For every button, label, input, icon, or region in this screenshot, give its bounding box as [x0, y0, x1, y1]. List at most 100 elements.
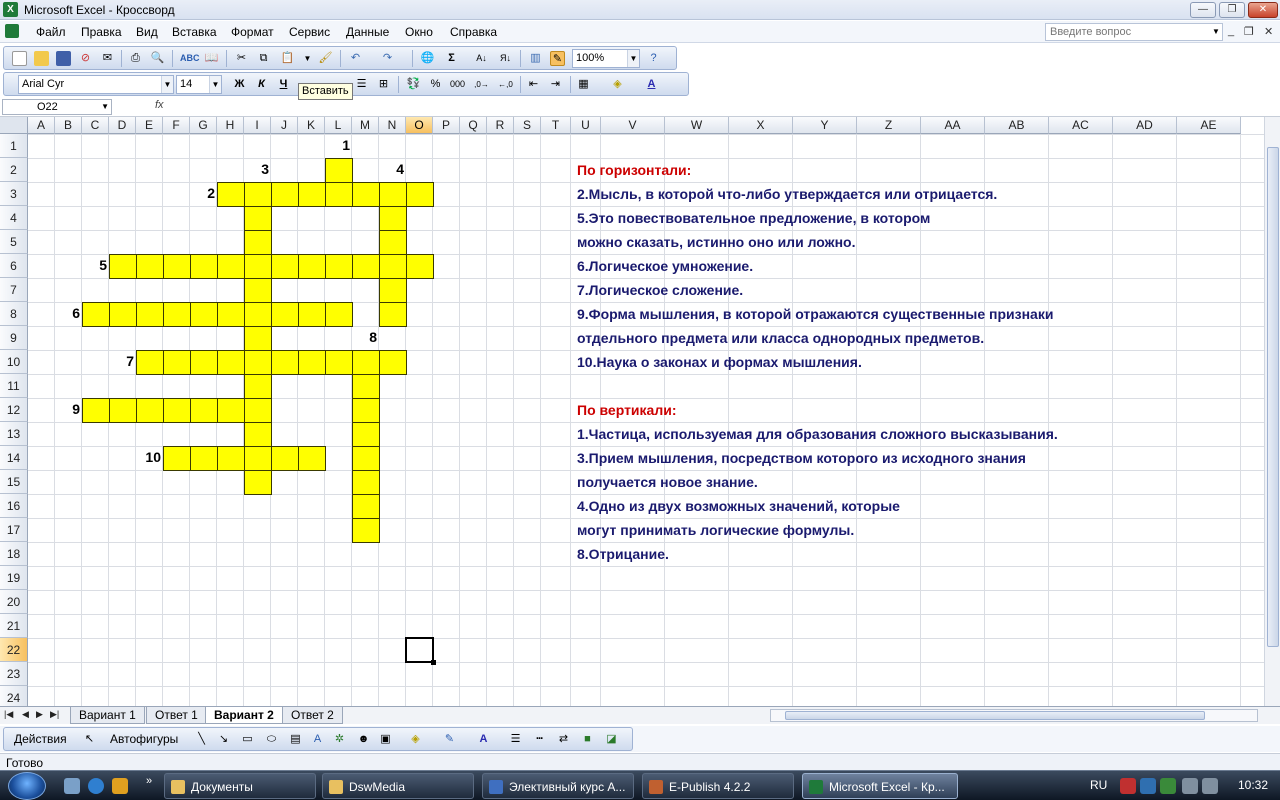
row-header[interactable]: 15: [0, 470, 28, 494]
menu-file[interactable]: Файл: [36, 25, 66, 39]
crossword-cell[interactable]: [82, 398, 110, 423]
crossword-cell[interactable]: [217, 254, 245, 279]
menu-edit[interactable]: Правка: [81, 25, 122, 39]
crossword-cell[interactable]: [352, 470, 380, 495]
doc-close-button[interactable]: ✕: [1264, 25, 1273, 38]
crossword-cell[interactable]: [271, 350, 299, 375]
crossword-cell[interactable]: [379, 350, 407, 375]
doc-minimize-button[interactable]: _: [1228, 25, 1234, 37]
crossword-cell[interactable]: [163, 398, 191, 423]
print-icon[interactable]: ⎙: [128, 51, 143, 66]
column-header[interactable]: G: [190, 117, 217, 134]
crossword-cell[interactable]: [352, 374, 380, 399]
crossword-cell[interactable]: [271, 446, 299, 471]
drawing-toggle-icon[interactable]: ✎: [550, 51, 565, 66]
crossword-cell[interactable]: [271, 182, 299, 207]
crossword-cell[interactable]: [325, 302, 353, 327]
crossword-cell[interactable]: [190, 398, 218, 423]
select-pointer-icon[interactable]: ↖: [82, 732, 97, 747]
crossword-cell[interactable]: [244, 206, 272, 231]
fill-color-icon[interactable]: ◈: [610, 77, 625, 92]
column-header[interactable]: X: [729, 117, 793, 134]
row-header[interactable]: 9: [0, 326, 28, 350]
research-icon[interactable]: 📖: [204, 51, 219, 66]
line-color-icon[interactable]: ✎: [442, 732, 457, 747]
crossword-cell[interactable]: [298, 350, 326, 375]
crossword-cell[interactable]: [352, 182, 380, 207]
language-indicator[interactable]: RU: [1090, 778, 1107, 792]
column-header[interactable]: O: [406, 117, 433, 134]
antivirus-icon[interactable]: [1120, 778, 1136, 794]
thousands-icon[interactable]: 000: [450, 77, 465, 92]
crossword-cell[interactable]: [244, 182, 272, 207]
crossword-cell[interactable]: [352, 254, 380, 279]
zoom-select[interactable]: 100% ▼: [572, 49, 640, 68]
column-header[interactable]: V: [601, 117, 665, 134]
active-cell-cursor[interactable]: [405, 637, 436, 665]
row-header[interactable]: 6: [0, 254, 28, 278]
crossword-cell[interactable]: [244, 230, 272, 255]
column-header[interactable]: L: [325, 117, 352, 134]
crossword-cell[interactable]: [244, 350, 272, 375]
tray-app-icon[interactable]: [1160, 778, 1176, 794]
media-player-icon[interactable]: [112, 778, 128, 794]
cut-icon[interactable]: ✂: [234, 51, 249, 66]
network-icon[interactable]: [1182, 778, 1198, 794]
maximize-button[interactable]: ❐: [1219, 2, 1245, 18]
taskbar-item[interactable]: Документы: [164, 773, 316, 799]
vertical-scrollbar[interactable]: [1264, 117, 1280, 706]
column-header[interactable]: N: [379, 117, 406, 134]
column-header[interactable]: K: [298, 117, 325, 134]
crossword-cell[interactable]: [190, 446, 218, 471]
column-header[interactable]: A: [28, 117, 55, 134]
chevron-down-icon[interactable]: ▼: [209, 76, 221, 93]
currency-icon[interactable]: 💱: [406, 77, 421, 92]
bold-icon[interactable]: Ж: [232, 77, 247, 92]
crossword-cell[interactable]: [190, 350, 218, 375]
crossword-cell[interactable]: [244, 374, 272, 399]
crossword-cell[interactable]: [352, 518, 380, 543]
menu-format[interactable]: Формат: [231, 25, 274, 39]
redo-icon[interactable]: ↷: [380, 51, 395, 66]
crossword-cell[interactable]: [217, 302, 245, 327]
ask-question-input[interactable]: Введите вопрос: [1045, 23, 1223, 41]
crossword-cell[interactable]: [244, 254, 272, 279]
column-header[interactable]: J: [271, 117, 298, 134]
paste-icon[interactable]: 📋: [280, 51, 295, 66]
column-header[interactable]: W: [665, 117, 729, 134]
crossword-cell[interactable]: [217, 182, 245, 207]
crossword-cell[interactable]: [298, 302, 326, 327]
sheet-tab-active[interactable]: Вариант 2: [205, 707, 283, 724]
taskbar-item-active[interactable]: Microsoft Excel - Кр...: [802, 773, 958, 799]
row-header[interactable]: 22: [0, 638, 28, 662]
3d-style-icon[interactable]: ◪: [604, 732, 619, 747]
row-header[interactable]: 16: [0, 494, 28, 518]
arrow-icon[interactable]: ↘: [216, 732, 231, 747]
chevron-down-icon[interactable]: ▼: [300, 51, 315, 66]
crossword-cell[interactable]: [325, 254, 353, 279]
chart-wizard-icon[interactable]: ▥: [528, 51, 543, 66]
save-icon[interactable]: [56, 51, 71, 66]
crossword-cell[interactable]: [217, 398, 245, 423]
crossword-cell[interactable]: [379, 278, 407, 303]
crossword-cell[interactable]: [163, 350, 191, 375]
crossword-cell[interactable]: [244, 326, 272, 351]
crossword-cell[interactable]: [244, 470, 272, 495]
hyperlink-icon[interactable]: 🌐: [420, 51, 435, 66]
menu-help[interactable]: Справка: [450, 25, 497, 39]
crossword-cell[interactable]: [325, 158, 353, 183]
crossword-cell[interactable]: [136, 398, 164, 423]
crossword-cell[interactable]: [217, 350, 245, 375]
crossword-cell[interactable]: [271, 254, 299, 279]
increase-indent-icon[interactable]: ⇥: [548, 77, 563, 92]
prev-sheet-icon[interactable]: ◀: [22, 709, 29, 720]
show-desktop-icon[interactable]: [64, 778, 80, 794]
underline-icon[interactable]: Ч: [276, 77, 291, 92]
picture-icon[interactable]: ▣: [378, 732, 393, 747]
internet-explorer-icon[interactable]: [88, 778, 104, 794]
crossword-cell[interactable]: [298, 254, 326, 279]
column-header[interactable]: AC: [1049, 117, 1113, 134]
sort-ascending-icon[interactable]: A↓: [474, 51, 489, 66]
crossword-cell[interactable]: [379, 254, 407, 279]
horizontal-scroll-thumb[interactable]: [785, 711, 1205, 720]
